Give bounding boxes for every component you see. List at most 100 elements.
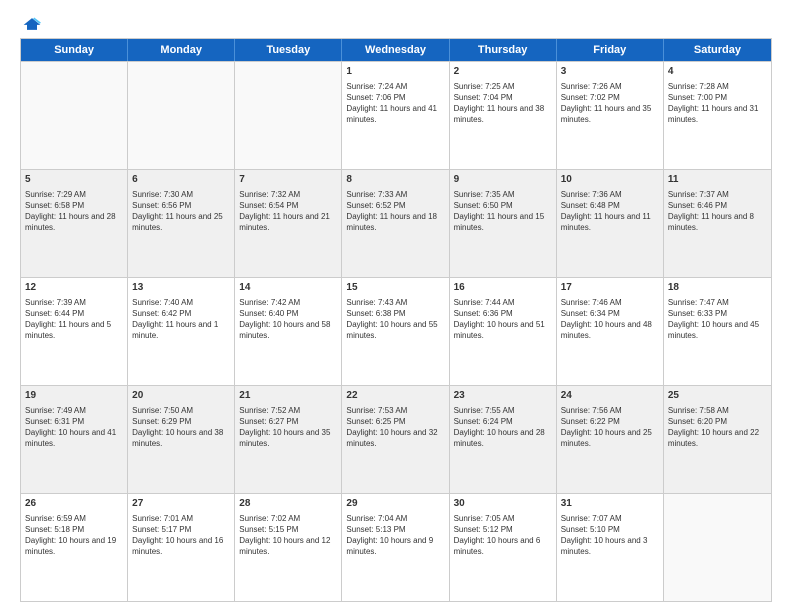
- day-header-wednesday: Wednesday: [342, 39, 449, 61]
- day-number: 26: [25, 497, 123, 511]
- day-number: 10: [561, 173, 659, 187]
- day-number: 23: [454, 389, 552, 403]
- day-cell-17: 17 Sunrise: 7:46 AMSunset: 6:34 PMDayligh…: [557, 278, 664, 385]
- day-cell-7: 7 Sunrise: 7:32 AMSunset: 6:54 PMDaylight…: [235, 170, 342, 277]
- cell-info: Sunrise: 7:40 AMSunset: 6:42 PMDaylight:…: [132, 297, 230, 342]
- cell-info: Sunrise: 7:50 AMSunset: 6:29 PMDaylight:…: [132, 405, 230, 450]
- day-cell-29: 29 Sunrise: 7:04 AMSunset: 5:13 PMDayligh…: [342, 494, 449, 601]
- day-number: 11: [668, 173, 767, 187]
- calendar-week-4: 19 Sunrise: 7:49 AMSunset: 6:31 PMDayligh…: [21, 385, 771, 493]
- day-number: 8: [346, 173, 444, 187]
- cell-info: Sunrise: 7:02 AMSunset: 5:15 PMDaylight:…: [239, 513, 337, 558]
- day-number: 12: [25, 281, 123, 295]
- day-cell-4: 4 Sunrise: 7:28 AMSunset: 7:00 PMDaylight…: [664, 62, 771, 169]
- day-number: 28: [239, 497, 337, 511]
- cell-info: Sunrise: 7:42 AMSunset: 6:40 PMDaylight:…: [239, 297, 337, 342]
- day-cell-24: 24 Sunrise: 7:56 AMSunset: 6:22 PMDayligh…: [557, 386, 664, 493]
- cell-info: Sunrise: 7:47 AMSunset: 6:33 PMDaylight:…: [668, 297, 767, 342]
- calendar-week-3: 12 Sunrise: 7:39 AMSunset: 6:44 PMDayligh…: [21, 277, 771, 385]
- empty-cell: [235, 62, 342, 169]
- cell-info: Sunrise: 7:01 AMSunset: 5:17 PMDaylight:…: [132, 513, 230, 558]
- day-header-friday: Friday: [557, 39, 664, 61]
- day-cell-25: 25 Sunrise: 7:58 AMSunset: 6:20 PMDayligh…: [664, 386, 771, 493]
- day-cell-23: 23 Sunrise: 7:55 AMSunset: 6:24 PMDayligh…: [450, 386, 557, 493]
- cell-info: Sunrise: 7:49 AMSunset: 6:31 PMDaylight:…: [25, 405, 123, 450]
- cell-info: Sunrise: 7:55 AMSunset: 6:24 PMDaylight:…: [454, 405, 552, 450]
- day-number: 30: [454, 497, 552, 511]
- calendar-body: 1 Sunrise: 7:24 AMSunset: 7:06 PMDaylight…: [21, 61, 771, 601]
- day-cell-1: 1 Sunrise: 7:24 AMSunset: 7:06 PMDaylight…: [342, 62, 449, 169]
- cell-info: Sunrise: 7:32 AMSunset: 6:54 PMDaylight:…: [239, 189, 337, 234]
- day-number: 27: [132, 497, 230, 511]
- day-number: 17: [561, 281, 659, 295]
- day-cell-13: 13Sunrise: 7:40 AMSunset: 6:42 PMDayligh…: [128, 278, 235, 385]
- cell-info: Sunrise: 7:25 AMSunset: 7:04 PMDaylight:…: [454, 81, 552, 126]
- day-header-saturday: Saturday: [664, 39, 771, 61]
- cell-info: Sunrise: 7:24 AMSunset: 7:06 PMDaylight:…: [346, 81, 444, 126]
- day-number: 2: [454, 65, 552, 79]
- day-cell-9: 9 Sunrise: 7:35 AMSunset: 6:50 PMDaylight…: [450, 170, 557, 277]
- day-cell-18: 18 Sunrise: 7:47 AMSunset: 6:33 PMDayligh…: [664, 278, 771, 385]
- calendar-header: SundayMondayTuesdayWednesdayThursdayFrid…: [21, 39, 771, 61]
- cell-info: Sunrise: 7:05 AMSunset: 5:12 PMDaylight:…: [454, 513, 552, 558]
- cell-info: Sunrise: 7:33 AMSunset: 6:52 PMDaylight:…: [346, 189, 444, 234]
- empty-cell: [664, 494, 771, 601]
- empty-cell: [21, 62, 128, 169]
- cell-info: Sunrise: 7:35 AMSunset: 6:50 PMDaylight:…: [454, 189, 552, 234]
- day-cell-20: 20 Sunrise: 7:50 AMSunset: 6:29 PMDayligh…: [128, 386, 235, 493]
- day-number: 3: [561, 65, 659, 79]
- day-cell-2: 2 Sunrise: 7:25 AMSunset: 7:04 PMDaylight…: [450, 62, 557, 169]
- day-number: 19: [25, 389, 123, 403]
- day-cell-28: 28 Sunrise: 7:02 AMSunset: 5:15 PMDayligh…: [235, 494, 342, 601]
- day-cell-19: 19 Sunrise: 7:49 AMSunset: 6:31 PMDayligh…: [21, 386, 128, 493]
- cell-info: Sunrise: 7:46 AMSunset: 6:34 PMDaylight:…: [561, 297, 659, 342]
- day-cell-16: 16Sunrise: 7:44 AMSunset: 6:36 PMDayligh…: [450, 278, 557, 385]
- day-cell-10: 10 Sunrise: 7:36 AMSunset: 6:48 PMDayligh…: [557, 170, 664, 277]
- day-cell-31: 31 Sunrise: 7:07 AMSunset: 5:10 PMDayligh…: [557, 494, 664, 601]
- cell-info: Sunrise: 7:36 AMSunset: 6:48 PMDaylight:…: [561, 189, 659, 234]
- day-cell-5: 5Sunrise: 7:29 AMSunset: 6:58 PMDaylight…: [21, 170, 128, 277]
- day-number: 6: [132, 173, 230, 187]
- day-number: 4: [668, 65, 767, 79]
- day-cell-3: 3 Sunrise: 7:26 AMSunset: 7:02 PMDaylight…: [557, 62, 664, 169]
- cell-info: Sunrise: 7:39 AMSunset: 6:44 PMDaylight:…: [25, 297, 123, 342]
- day-number: 5: [25, 173, 123, 187]
- logo-icon: [22, 16, 42, 32]
- cell-info: Sunrise: 7:28 AMSunset: 7:00 PMDaylight:…: [668, 81, 767, 126]
- day-number: 1: [346, 65, 444, 79]
- day-cell-14: 14 Sunrise: 7:42 AMSunset: 6:40 PMDayligh…: [235, 278, 342, 385]
- day-number: 7: [239, 173, 337, 187]
- day-header-tuesday: Tuesday: [235, 39, 342, 61]
- header: [20, 16, 772, 32]
- day-cell-6: 6Sunrise: 7:30 AMSunset: 6:56 PMDaylight…: [128, 170, 235, 277]
- cell-info: Sunrise: 7:26 AMSunset: 7:02 PMDaylight:…: [561, 81, 659, 126]
- day-number: 24: [561, 389, 659, 403]
- day-cell-21: 21Sunrise: 7:52 AMSunset: 6:27 PMDayligh…: [235, 386, 342, 493]
- day-number: 22: [346, 389, 444, 403]
- day-number: 18: [668, 281, 767, 295]
- day-header-sunday: Sunday: [21, 39, 128, 61]
- day-cell-11: 11Sunrise: 7:37 AMSunset: 6:46 PMDayligh…: [664, 170, 771, 277]
- cell-info: Sunrise: 7:58 AMSunset: 6:20 PMDaylight:…: [668, 405, 767, 450]
- day-number: 29: [346, 497, 444, 511]
- day-cell-27: 27 Sunrise: 7:01 AMSunset: 5:17 PMDayligh…: [128, 494, 235, 601]
- day-number: 15: [346, 281, 444, 295]
- day-header-thursday: Thursday: [450, 39, 557, 61]
- day-number: 14: [239, 281, 337, 295]
- day-number: 20: [132, 389, 230, 403]
- cell-info: Sunrise: 7:56 AMSunset: 6:22 PMDaylight:…: [561, 405, 659, 450]
- day-cell-12: 12 Sunrise: 7:39 AMSunset: 6:44 PMDayligh…: [21, 278, 128, 385]
- day-number: 9: [454, 173, 552, 187]
- day-number: 31: [561, 497, 659, 511]
- calendar-week-2: 5Sunrise: 7:29 AMSunset: 6:58 PMDaylight…: [21, 169, 771, 277]
- day-cell-22: 22Sunrise: 7:53 AMSunset: 6:25 PMDayligh…: [342, 386, 449, 493]
- cell-info: Sunrise: 7:52 AMSunset: 6:27 PMDaylight:…: [239, 405, 337, 450]
- cell-info: Sunrise: 7:04 AMSunset: 5:13 PMDaylight:…: [346, 513, 444, 558]
- cell-info: Sunrise: 7:43 AMSunset: 6:38 PMDaylight:…: [346, 297, 444, 342]
- calendar-week-5: 26Sunrise: 6:59 AMSunset: 5:18 PMDayligh…: [21, 493, 771, 601]
- cell-info: Sunrise: 7:07 AMSunset: 5:10 PMDaylight:…: [561, 513, 659, 558]
- day-number: 25: [668, 389, 767, 403]
- day-cell-8: 8 Sunrise: 7:33 AMSunset: 6:52 PMDaylight…: [342, 170, 449, 277]
- day-cell-26: 26Sunrise: 6:59 AMSunset: 5:18 PMDayligh…: [21, 494, 128, 601]
- day-header-monday: Monday: [128, 39, 235, 61]
